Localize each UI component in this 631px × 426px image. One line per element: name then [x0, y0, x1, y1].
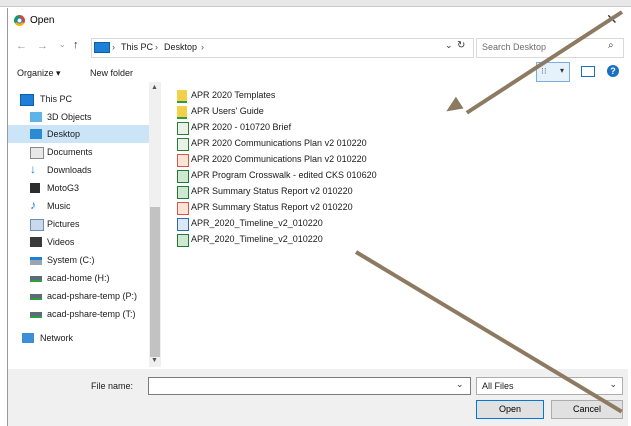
file-icon [177, 138, 189, 151]
forward-arrow-icon[interactable]: → [37, 40, 48, 52]
file-name: APR 2020 Templates [191, 90, 276, 100]
search-icon[interactable]: ⌕ [608, 40, 614, 51]
sidebar-item-desktop[interactable]: Desktop [8, 125, 149, 143]
chrome-icon [14, 15, 25, 26]
network-drive-icon [30, 276, 42, 282]
music-icon: ♪ [30, 198, 36, 212]
breadcrumb-desktop[interactable]: Desktop [164, 42, 197, 52]
new-folder-button[interactable]: New folder [90, 68, 133, 78]
shortcut-folder-icon [177, 90, 187, 103]
file-name-field[interactable] [148, 377, 471, 395]
breadcrumb-separator: › [201, 42, 204, 52]
sidebar-item-label: MotoG3 [47, 183, 80, 193]
scroll-up-icon[interactable]: ▲ [151, 84, 158, 91]
sidebar-item-label: Desktop [47, 129, 81, 139]
phone-icon [30, 183, 40, 193]
background-window-edge [0, 0, 631, 7]
file-name-label: File name: [91, 381, 134, 391]
sidebar-item-pictures[interactable]: Pictures [8, 215, 149, 233]
organize-button[interactable]: Organize ▾ [17, 68, 61, 79]
sidebar-item-this-pc[interactable]: This PC [8, 90, 149, 108]
file-type-value: All Files [482, 381, 514, 391]
file-name: APR Users' Guide [191, 106, 264, 116]
file-icon [177, 122, 189, 135]
network-drive-icon [30, 294, 42, 300]
sidebar-item-label: Pictures [47, 219, 80, 229]
sidebar-item-acad-pshare-p[interactable]: acad-pshare-temp (P:) [8, 287, 149, 305]
file-name: APR 2020 Communications Plan v2 010220 [191, 138, 367, 148]
downloads-icon: ↓ [30, 162, 36, 176]
project-icon [177, 218, 189, 231]
desktop-folder-icon [30, 129, 42, 139]
file-name-dropdown-icon[interactable]: ⌄ [456, 379, 464, 390]
excel-icon [177, 170, 189, 183]
this-pc-icon [94, 42, 110, 53]
sidebar-item-label: Videos [47, 237, 75, 247]
chevron-down-icon: ⌄ [609, 379, 617, 389]
recent-locations-icon[interactable]: ⌄ [59, 40, 66, 49]
shortcut-folder-icon [177, 106, 187, 119]
sidebar-item-label: acad-home (H:) [47, 273, 110, 283]
3d-objects-icon [30, 112, 42, 122]
preview-pane-icon[interactable] [581, 66, 595, 77]
file-name: APR 2020 - 010720 Brief [191, 122, 292, 132]
sidebar-item-label: Downloads [47, 165, 92, 175]
sidebar-item-acad-home[interactable]: acad-home (H:) [8, 269, 149, 287]
file-name: APR Program Crosswalk - edited CKS 01062… [191, 170, 377, 180]
sidebar-item-acad-pshare-t[interactable]: acad-pshare-temp (T:) [8, 305, 149, 323]
breadcrumb-this-pc[interactable]: This PC [121, 42, 153, 52]
address-dropdown-icon[interactable]: ⌄ [445, 40, 453, 51]
sidebar-item-label: This PC [40, 94, 73, 104]
sidebar-item-music[interactable]: ♪ Music [8, 197, 149, 215]
file-name: APR Summary Status Report v2 010220 [191, 186, 353, 196]
search-placeholder: Search Desktop [482, 42, 547, 52]
excel-icon [177, 186, 189, 199]
scrollbar-thumb[interactable] [150, 207, 160, 357]
sidebar-item-label: Network [40, 333, 74, 343]
file-name: APR 2020 Communications Plan v2 010220 [191, 154, 367, 164]
pdf-icon [177, 202, 189, 215]
breadcrumb-separator: › [112, 42, 115, 52]
file-name: APR Summary Status Report v2 010220 [191, 202, 353, 212]
drive-icon [30, 257, 42, 265]
documents-icon [30, 147, 44, 159]
sidebar-item-documents[interactable]: Documents [8, 143, 149, 161]
sidebar-item-label: Documents [47, 147, 93, 157]
this-pc-icon [20, 94, 34, 106]
scroll-down-icon[interactable]: ▼ [151, 357, 158, 364]
sidebar-item-motog3[interactable]: MotoG3 [8, 179, 149, 197]
open-button[interactable]: Open [476, 400, 544, 419]
sidebar-item-3d-objects[interactable]: 3D Objects [8, 108, 149, 126]
view-icon: ⁝⁝ [541, 66, 547, 76]
sidebar-item-label: acad-pshare-temp (T:) [47, 309, 136, 319]
up-arrow-icon[interactable]: ↑ [73, 39, 79, 51]
pdf-icon [177, 154, 189, 167]
network-icon [22, 333, 34, 343]
dialog-title: Open [30, 15, 55, 26]
sidebar-item-network[interactable]: Network [8, 329, 149, 347]
sidebar-item-label: System (C:) [47, 255, 95, 265]
excel-icon [177, 234, 189, 247]
view-dropdown-icon[interactable]: ▾ [560, 66, 564, 75]
sidebar-item-system-c[interactable]: System (C:) [8, 251, 149, 269]
help-icon[interactable]: ? [607, 65, 619, 77]
sidebar-item-label: 3D Objects [47, 112, 92, 122]
back-arrow-icon[interactable]: ← [16, 40, 27, 52]
videos-icon [30, 237, 42, 247]
sidebar-item-videos[interactable]: Videos [8, 233, 149, 251]
file-name: APR_2020_Timeline_v2_010220 [191, 234, 323, 244]
sidebar-item-label: Music [47, 201, 71, 211]
breadcrumb-separator: › [155, 42, 158, 52]
file-type-select[interactable]: All Files ⌄ [476, 377, 623, 395]
file-name: APR_2020_Timeline_v2_010220 [191, 218, 323, 228]
refresh-icon[interactable]: ↻ [457, 40, 465, 51]
sidebar-item-downloads[interactable]: ↓ Downloads [8, 161, 149, 179]
network-drive-icon [30, 312, 42, 318]
sidebar-item-label: acad-pshare-temp (P:) [47, 291, 138, 301]
navigation-pane: This PC 3D Objects Desktop Documents ↓ D… [8, 82, 149, 367]
pictures-icon [30, 219, 44, 231]
